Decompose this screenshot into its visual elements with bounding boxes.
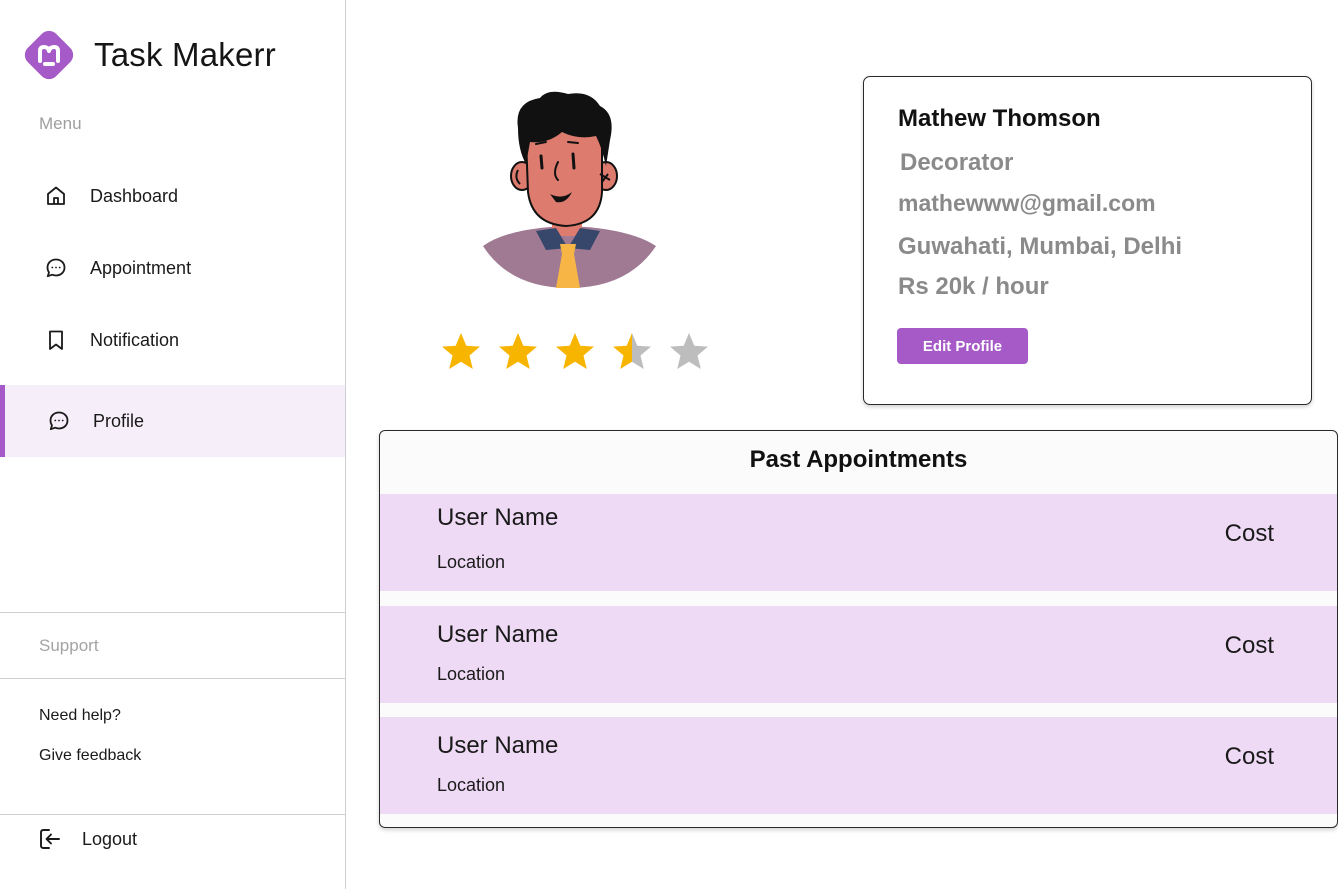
chat-bubble-icon	[46, 258, 66, 278]
profile-rate: Rs 20k / hour	[898, 273, 1049, 300]
divider	[0, 678, 345, 679]
support-section-label: Support	[39, 636, 99, 655]
logout-button[interactable]: Logout	[37, 826, 137, 852]
sidebar-item-dashboard[interactable]: Dashboard	[0, 160, 345, 232]
appointment-cost: Cost	[1224, 520, 1274, 547]
appointment-cost: Cost	[1224, 632, 1274, 659]
sidebar-item-label: Profile	[93, 410, 145, 431]
star-full-icon	[442, 333, 480, 369]
sidebar-item-label: Dashboard	[90, 185, 179, 206]
star-full-icon	[556, 333, 594, 369]
sidebar-item-appointment[interactable]: Appointment	[0, 232, 345, 304]
sidebar: Task Makerr Menu Dashboard Appointment N…	[0, 0, 346, 889]
app-name: Task Makerr	[94, 36, 276, 73]
appointment-row[interactable]: User Name Location Cost	[380, 494, 1337, 591]
profile-locations: Guwahati, Mumbai, Delhi	[898, 233, 1183, 260]
chat-bubble-icon	[49, 411, 69, 431]
rating-stars	[440, 330, 725, 372]
edit-profile-button[interactable]: Edit Profile	[897, 328, 1028, 364]
appointment-row[interactable]: User Name Location Cost	[380, 606, 1337, 703]
active-indicator	[0, 385, 5, 457]
give-feedback-link[interactable]: Give feedback	[39, 747, 141, 765]
star-empty-icon	[670, 333, 708, 369]
appointment-user-name: User Name	[437, 621, 559, 648]
sidebar-item-label: Appointment	[90, 257, 192, 278]
appointment-location: Location	[437, 664, 506, 684]
logout-icon	[40, 829, 60, 849]
appointment-cost: Cost	[1224, 743, 1274, 770]
brand[interactable]: Task Makerr	[22, 28, 276, 82]
star-full-icon	[499, 333, 537, 369]
appointment-user-name: User Name	[437, 504, 559, 531]
appointment-row[interactable]: User Name Location Cost	[380, 717, 1337, 814]
past-appointments-title: Past Appointments	[749, 446, 968, 473]
profile-email: mathewww@gmail.com	[898, 190, 1156, 216]
logout-label: Logout	[82, 828, 138, 849]
divider	[0, 612, 345, 613]
profile-avatar	[483, 91, 656, 288]
past-appointments-panel: Past Appointments User Name Location Cos…	[379, 430, 1338, 828]
appointment-location: Location	[437, 552, 506, 572]
home-icon	[47, 186, 65, 205]
sidebar-item-notification[interactable]: Notification	[0, 304, 345, 376]
profile-role: Decorator	[900, 149, 1014, 176]
app-logo-icon	[24, 30, 74, 80]
sidebar-item-label: Notification	[90, 329, 180, 350]
divider	[0, 814, 345, 815]
star-half-icon	[613, 333, 651, 369]
menu-section-label: Menu	[39, 114, 82, 133]
profile-card: Mathew Thomson Decorator mathewww@gmail.…	[863, 76, 1312, 405]
sidebar-item-profile[interactable]: Profile	[0, 385, 345, 457]
appointment-location: Location	[437, 775, 506, 795]
profile-name: Mathew Thomson	[898, 105, 1101, 132]
need-help-link[interactable]: Need help?	[39, 707, 121, 725]
appointment-user-name: User Name	[437, 732, 559, 759]
bookmark-icon	[49, 330, 63, 350]
